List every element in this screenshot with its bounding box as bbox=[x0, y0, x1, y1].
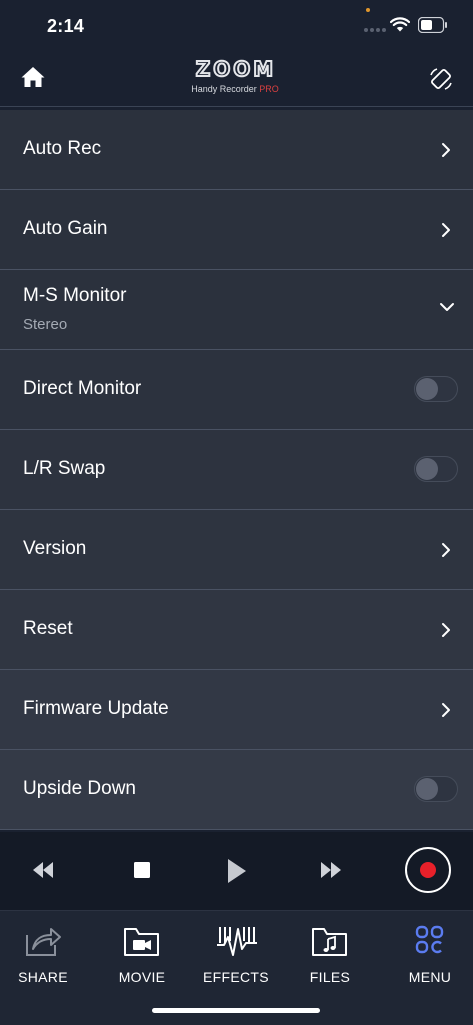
settings-row-label: Reset bbox=[23, 618, 73, 639]
fast-forward-icon[interactable] bbox=[319, 861, 343, 879]
tab-label: SHARE bbox=[18, 969, 68, 985]
tab-effects[interactable]: EFFECTS bbox=[189, 911, 283, 1001]
transport-bar bbox=[0, 832, 473, 910]
settings-row-auto-rec[interactable]: Auto Rec bbox=[0, 110, 473, 190]
home-indicator[interactable] bbox=[152, 1008, 320, 1013]
battery-icon bbox=[418, 17, 447, 33]
chevron-right-icon bbox=[442, 703, 450, 717]
movie-folder-icon bbox=[124, 928, 159, 956]
settings-row-m-s-monitor[interactable]: M-S Monitor Stereo bbox=[0, 270, 473, 350]
settings-row-value: Stereo bbox=[23, 316, 68, 333]
cellular-signal-icon bbox=[364, 28, 386, 32]
toggle-switch[interactable] bbox=[414, 376, 458, 402]
play-icon[interactable] bbox=[226, 858, 248, 884]
chevron-right-icon bbox=[442, 623, 450, 637]
settings-row-label: Direct Monitor bbox=[23, 378, 142, 399]
zoom-logo: ZOOM Handy Recorder PRO bbox=[176, 56, 296, 98]
settings-row-version[interactable]: Version bbox=[0, 510, 473, 590]
settings-row-label: M-S Monitor bbox=[23, 285, 127, 306]
settings-row-firmware-update[interactable]: Firmware Update bbox=[0, 670, 473, 750]
record-icon bbox=[420, 862, 436, 878]
settings-row-l-r-swap[interactable]: L/R Swap bbox=[0, 430, 473, 510]
logo-text: ZOOM bbox=[196, 58, 276, 80]
settings-row-upside-down[interactable]: Upside Down bbox=[0, 750, 473, 830]
home-icon[interactable] bbox=[20, 65, 46, 89]
settings-row-label: Auto Gain bbox=[23, 218, 108, 239]
toggle-knob bbox=[416, 778, 438, 800]
tab-label: MOVIE bbox=[118, 969, 166, 985]
header-divider bbox=[0, 106, 473, 107]
tab-label: EFFECTS bbox=[203, 969, 269, 985]
chevron-down-icon bbox=[440, 303, 454, 311]
share-icon bbox=[26, 928, 61, 956]
tab-movie[interactable]: MOVIE bbox=[95, 911, 189, 1001]
settings-row-label: Auto Rec bbox=[23, 138, 102, 159]
menu-grid-icon bbox=[415, 925, 444, 954]
rewind-icon[interactable] bbox=[31, 861, 55, 879]
wifi-icon bbox=[390, 17, 410, 32]
settings-row-direct-monitor[interactable]: Direct Monitor bbox=[0, 350, 473, 430]
settings-row-auto-gain[interactable]: Auto Gain bbox=[0, 190, 473, 270]
toggle-knob bbox=[416, 378, 438, 400]
settings-row-reset[interactable]: Reset bbox=[0, 590, 473, 670]
toggle-switch[interactable] bbox=[414, 456, 458, 482]
settings-row-label: Version bbox=[23, 538, 87, 559]
toggle-switch[interactable] bbox=[414, 776, 458, 802]
record-button[interactable] bbox=[405, 847, 451, 893]
privacy-indicator-dot bbox=[366, 8, 370, 12]
logo-subtitle: Handy Recorder PRO bbox=[191, 84, 279, 94]
tab-label: FILES bbox=[309, 969, 351, 985]
toggle-knob bbox=[416, 458, 438, 480]
status-time: 2:14 bbox=[47, 16, 85, 36]
app-header: ZOOM Handy Recorder PRO bbox=[0, 52, 473, 108]
tab-files[interactable]: FILES bbox=[283, 911, 377, 1001]
zoom-logo-wordmark: ZOOM bbox=[195, 56, 276, 82]
stop-icon[interactable] bbox=[133, 861, 151, 879]
chevron-right-icon bbox=[442, 143, 450, 157]
settings-row-label: Upside Down bbox=[23, 778, 136, 799]
tab-menu[interactable]: MENU bbox=[383, 911, 473, 1001]
settings-row-label: Firmware Update bbox=[23, 698, 169, 719]
rotation-lock-icon[interactable] bbox=[428, 66, 454, 92]
settings-row-label: L/R Swap bbox=[23, 458, 106, 479]
effects-icon bbox=[217, 927, 257, 956]
tab-label: MENU bbox=[408, 969, 452, 985]
chevron-right-icon bbox=[442, 543, 450, 557]
files-folder-icon bbox=[312, 928, 347, 956]
status-bar: 2:14 bbox=[0, 0, 473, 52]
chevron-right-icon bbox=[442, 223, 450, 237]
settings-list: Auto Rec Auto Gain M-S Monitor Stereo Direct… bbox=[0, 110, 473, 830]
tab-share[interactable]: SHARE bbox=[0, 911, 90, 1001]
